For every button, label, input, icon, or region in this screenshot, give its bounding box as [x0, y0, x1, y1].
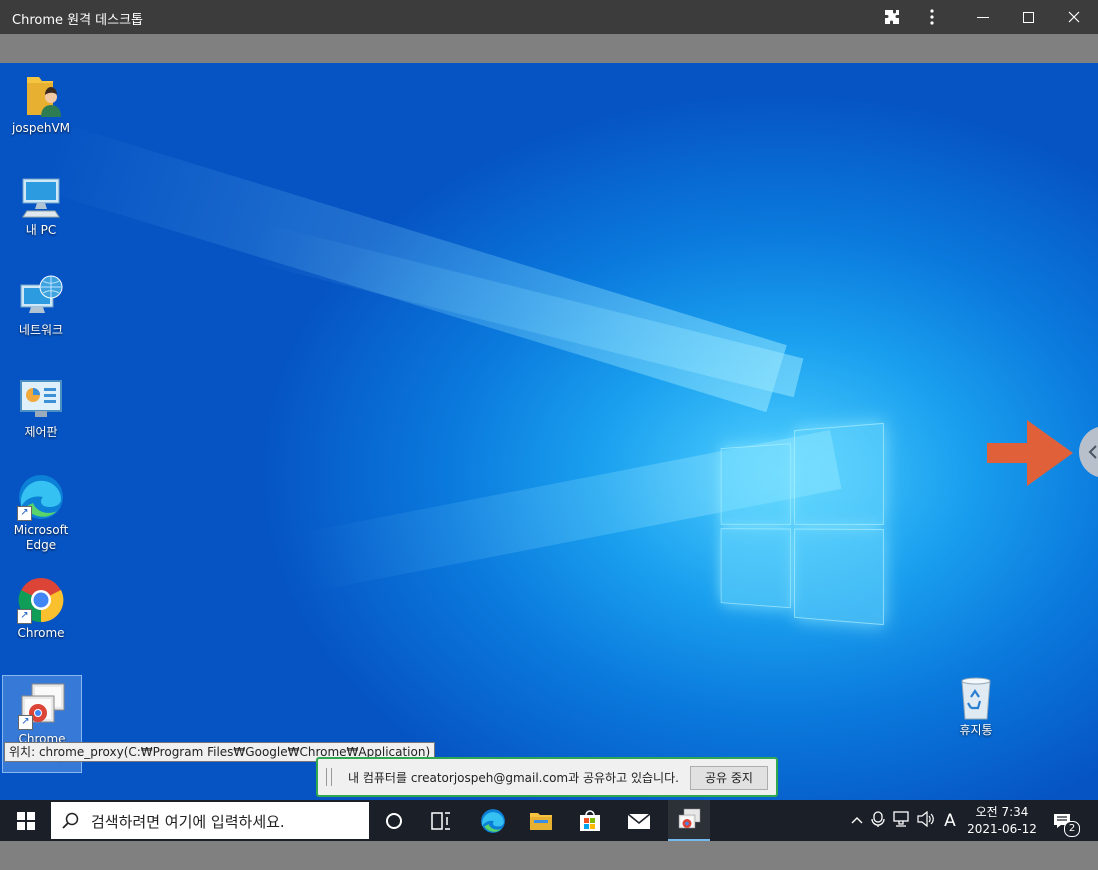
task-view-icon	[431, 811, 450, 830]
annotation-arrow-icon	[987, 420, 1073, 486]
bottom-letterbox	[0, 841, 1098, 870]
desktop-icon-recycle-bin[interactable]: 휴지통	[937, 673, 1015, 738]
desktop-icon-chrome[interactable]: ↗ Chrome	[2, 576, 80, 641]
close-button[interactable]	[1051, 0, 1097, 34]
control-panel-icon	[17, 375, 65, 423]
share-message: 내 컴퓨터를 creatorjospeh@gmail.com과 공유하고 있습니…	[348, 771, 679, 785]
minimize-button[interactable]	[960, 0, 1006, 34]
taskbar-store[interactable]	[569, 800, 611, 841]
system-tray: A 오전 7:34 2021-06-12 2	[848, 800, 1082, 841]
edge-icon	[481, 808, 505, 833]
clock-time: 오전 7:34	[975, 804, 1029, 819]
windows-start-icon	[16, 811, 35, 830]
store-icon	[580, 809, 600, 831]
drag-handle[interactable]	[326, 768, 332, 786]
more-options-icon[interactable]	[909, 0, 955, 34]
taskbar: 검색하려면 여기에 입력하세요. A 오전 7:34 2021-06-12 2	[0, 800, 1098, 841]
chrome-remote-desktop-icon: ↗	[18, 682, 66, 730]
window-title-bar: Chrome 원격 데스크톱	[0, 0, 1098, 34]
taskbar-search-box[interactable]: 검색하려면 여기에 입력하세요.	[51, 802, 369, 839]
search-placeholder: 검색하려면 여기에 입력하세요.	[91, 813, 285, 831]
user-folder-icon	[17, 71, 65, 119]
desktop-icon-this-pc[interactable]: 내 PC	[2, 173, 80, 238]
notification-count-badge: 2	[1064, 821, 1080, 837]
taskbar-mail[interactable]	[618, 800, 660, 841]
cortana-button[interactable]	[374, 800, 414, 841]
meet-now-icon[interactable]	[866, 810, 890, 831]
side-panel-toggle[interactable]	[1079, 426, 1098, 478]
desktop-icon-label: jospehVM	[11, 121, 71, 135]
stop-sharing-button[interactable]: 공유 중지	[690, 766, 768, 790]
desktop-icon-label: Chrome	[17, 626, 65, 640]
folder-icon	[530, 812, 552, 830]
desktop-icon-label: 휴지통	[959, 723, 993, 737]
taskbar-chrome-remote-desktop[interactable]	[668, 800, 710, 841]
network-icon	[17, 273, 65, 321]
computer-icon	[17, 173, 65, 221]
light-beam	[250, 223, 804, 398]
desktop-icon-edge[interactable]: ↗ Microsoft Edge	[2, 473, 80, 553]
desktop-icon-label: 제어판	[24, 425, 58, 439]
mail-icon	[627, 812, 651, 829]
windows-logo-wallpaper	[720, 422, 884, 626]
remote-desktop-area[interactable]: jospehVM 내 PC 네트워크 제어판 ↗ Microsoft Edge …	[0, 63, 1098, 800]
desktop-icon-label: 내 PC	[25, 223, 57, 237]
clock[interactable]: 오전 7:34 2021-06-12	[962, 804, 1042, 838]
chrome-icon: ↗	[17, 576, 65, 624]
desktop-icon-label: Microsoft Edge	[13, 523, 69, 552]
screen-share-bar: 내 컴퓨터를 creatorjospeh@gmail.com과 공유하고 있습니…	[316, 757, 778, 797]
desktop-icon-network[interactable]: 네트워크	[2, 273, 80, 338]
shortcut-arrow-icon: ↗	[18, 715, 33, 730]
cortana-icon	[386, 812, 402, 829]
edge-icon: ↗	[17, 473, 65, 521]
action-center-button[interactable]: 2	[1042, 800, 1082, 841]
desktop-icon-control-panel[interactable]: 제어판	[2, 375, 80, 440]
desktop-icon-user-folder[interactable]: jospehVM	[2, 71, 80, 136]
task-view-button[interactable]	[421, 800, 461, 841]
recycle-bin-icon	[952, 673, 1000, 721]
maximize-button[interactable]	[1005, 0, 1051, 34]
ime-indicator[interactable]: A	[938, 811, 962, 831]
volume-icon[interactable]	[914, 810, 938, 831]
window-title: Chrome 원격 데스크톱	[12, 13, 144, 28]
start-button[interactable]	[0, 800, 51, 841]
clock-date: 2021-06-12	[967, 821, 1037, 836]
chevron-up-icon[interactable]	[848, 813, 866, 828]
network-status-icon[interactable]	[890, 810, 914, 831]
shortcut-arrow-icon: ↗	[17, 506, 32, 521]
shortcut-arrow-icon: ↗	[17, 609, 32, 624]
chrome-remote-desktop-icon	[678, 808, 701, 828]
chevron-left-icon	[1088, 445, 1097, 459]
taskbar-file-explorer[interactable]	[520, 800, 562, 841]
desktop-icon-label: 네트워크	[18, 323, 64, 337]
search-icon	[62, 812, 79, 829]
top-letterbox	[0, 34, 1098, 63]
taskbar-edge[interactable]	[472, 800, 514, 841]
